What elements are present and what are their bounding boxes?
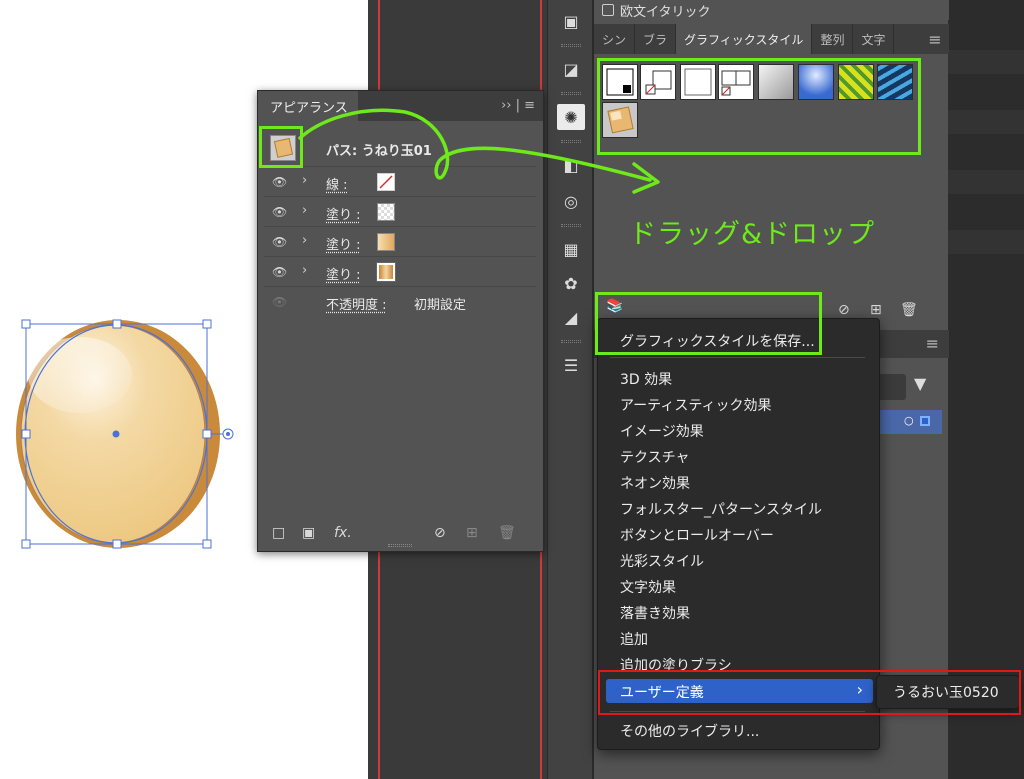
visibility-eye-icon[interactable]: 👁 bbox=[272, 175, 287, 189]
menu-item-image[interactable]: イメージ効果 bbox=[620, 421, 704, 441]
gradient-icon[interactable]: ◧ bbox=[557, 152, 585, 178]
panel-menu-icon[interactable]: ≡ bbox=[921, 24, 949, 54]
center-point bbox=[112, 430, 120, 438]
chevron-right-icon[interactable]: › bbox=[302, 203, 307, 218]
gs-tab-bar: シン ブラ グラフィックスタイル 整列 文字 ≡ bbox=[594, 24, 949, 54]
fill-label[interactable]: 塗り : bbox=[326, 234, 361, 253]
delete-style-icon[interactable]: 🗑 bbox=[900, 302, 918, 318]
menu-item-other-libraries[interactable]: その他のライブラリ... bbox=[620, 721, 759, 741]
appearance-path-row[interactable]: パス: うねり玉01 bbox=[264, 129, 536, 167]
fill-label[interactable]: 塗り : bbox=[326, 204, 361, 223]
egg-artwork[interactable] bbox=[0, 300, 250, 560]
menu-item-3d[interactable]: 3D 効果 bbox=[620, 369, 672, 389]
appearance-opacity-row[interactable]: 👁 不透明度 : 初期設定 bbox=[264, 287, 536, 317]
opacity-value: 初期設定 bbox=[414, 298, 467, 313]
egg-shine-shape bbox=[28, 337, 132, 413]
fill-swatch-gradient[interactable] bbox=[377, 233, 395, 251]
tab-brushes[interactable]: ブラ bbox=[635, 24, 677, 54]
stroke-label[interactable]: 線 : bbox=[326, 174, 348, 193]
appearance-stroke-row[interactable]: 👁 › 線 : bbox=[264, 167, 536, 197]
visibility-eye-icon[interactable]: 👁 bbox=[272, 265, 287, 279]
graphic-styles-panel: 欧文イタリック シン ブラ グラフィックスタイル 整列 文字 ≡ 📚 ⊘ ⊞ 🗑 bbox=[593, 0, 949, 330]
appearance-panel-icon[interactable]: ✺ bbox=[557, 104, 585, 130]
roman-italic-row[interactable]: 欧文イタリック bbox=[594, 0, 949, 20]
stroke-swatch[interactable] bbox=[377, 173, 395, 191]
appearance-collapse-menu[interactable]: ›› | ≡ bbox=[501, 98, 535, 113]
tab-character[interactable]: 文字 bbox=[853, 24, 895, 54]
annotation-green-box-thumbnail bbox=[259, 126, 303, 168]
menu-item-buttons-rollovers[interactable]: ボタンとロールオーバー bbox=[620, 525, 774, 545]
tab-symbols[interactable]: シン bbox=[594, 24, 636, 54]
chevron-right-icon[interactable]: › bbox=[302, 233, 307, 248]
delete-item-icon[interactable]: 🗑 bbox=[498, 525, 516, 541]
menu-item-scribble[interactable]: 落書き効果 bbox=[620, 603, 690, 623]
lower-panel-menu-icon[interactable]: ≡ bbox=[926, 334, 939, 353]
break-link-icon[interactable]: ⊘ bbox=[838, 302, 850, 318]
fill-label[interactable]: 塗り : bbox=[326, 264, 361, 283]
menu-item-forster-pattern[interactable]: フォルスター_パターンスタイル bbox=[620, 499, 822, 519]
appearance-fill-row-1[interactable]: 👁 › 塗り : bbox=[264, 197, 536, 227]
swatches-icon[interactable]: ▦ bbox=[557, 236, 585, 262]
fill-swatch-gradient-bordered[interactable] bbox=[376, 262, 396, 282]
appearance-header: アピアランス ›› | ≡ bbox=[258, 91, 543, 121]
panel-icon-strip: ▣ ◪ ✺ ◧ ◎ ▦ ✿ ◢ ☰ bbox=[547, 0, 593, 779]
clear-appearance-icon[interactable]: ⊘ bbox=[434, 525, 446, 541]
annotation-red-box-user-defined bbox=[598, 670, 1021, 715]
fill-swatch-transparent[interactable] bbox=[377, 203, 395, 221]
roman-italic-checkbox[interactable] bbox=[602, 4, 614, 16]
tab-graphic-styles[interactable]: グラフィックスタイル bbox=[676, 24, 813, 54]
menu-item-additional[interactable]: 追加 bbox=[620, 629, 648, 649]
duplicate-item-icon[interactable]: ⊞ bbox=[466, 525, 478, 541]
annotation-green-box-save bbox=[595, 292, 822, 355]
chevron-right-icon[interactable]: › bbox=[302, 263, 307, 278]
align-icon[interactable]: ☰ bbox=[557, 352, 585, 378]
tab-align[interactable]: 整列 bbox=[812, 24, 854, 54]
color-palette-icon[interactable]: ✿ bbox=[557, 270, 585, 296]
appearance-fill-row-3[interactable]: 👁 › 塗り : bbox=[264, 257, 536, 287]
add-fill-icon[interactable]: ▣ bbox=[302, 525, 315, 541]
menu-item-artistic[interactable]: アーティスティック効果 bbox=[620, 395, 771, 415]
menu-item-neon[interactable]: ネオン効果 bbox=[620, 473, 690, 493]
right-dark-area bbox=[948, 0, 1024, 779]
chevron-right-icon[interactable]: › bbox=[302, 173, 307, 188]
annotation-green-box-swatches bbox=[597, 58, 921, 155]
transparency-icon[interactable]: ◎ bbox=[557, 188, 585, 214]
new-style-icon[interactable]: ⊞ bbox=[870, 302, 882, 318]
visibility-eye-icon[interactable]: 👁 bbox=[272, 235, 287, 249]
document-icon[interactable]: ▣ bbox=[557, 8, 585, 34]
opacity-label[interactable]: 不透明度 : bbox=[326, 294, 387, 313]
fx-effect-icon[interactable]: fx. bbox=[334, 525, 352, 541]
annotation-drag-drop-label: ドラッグ&ドロップ bbox=[629, 219, 876, 250]
menu-item-texture[interactable]: テクスチャ bbox=[620, 447, 689, 467]
image-trace-icon[interactable]: ◢ bbox=[557, 304, 585, 330]
visibility-eye-icon[interactable]: 👁 bbox=[272, 205, 287, 219]
filter-icon[interactable]: ▼ bbox=[914, 374, 926, 393]
appearance-fill-row-2[interactable]: 👁 › 塗り : bbox=[264, 227, 536, 257]
menu-item-glow-styles[interactable]: 光彩スタイル bbox=[620, 551, 704, 571]
symbols-icon[interactable]: ◪ bbox=[557, 56, 585, 82]
roman-italic-label: 欧文イタリック bbox=[620, 4, 711, 20]
visibility-eye-icon[interactable]: 👁 bbox=[272, 295, 287, 309]
tab-appearance[interactable]: アピアランス bbox=[258, 91, 358, 121]
menu-item-text-effects[interactable]: 文字効果 bbox=[620, 577, 676, 597]
add-stroke-icon[interactable]: □ bbox=[272, 525, 285, 541]
path-name: パス: うねり玉01 bbox=[326, 144, 432, 159]
